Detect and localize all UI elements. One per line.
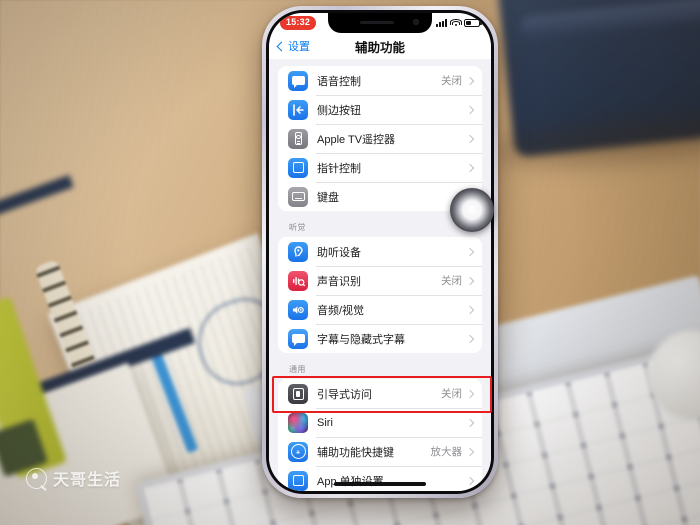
earpiece-speaker (360, 21, 394, 24)
settings-row-value: 放大器 (430, 446, 463, 458)
voice-control-icon (288, 70, 308, 91)
settings-group-1: 助听设备声音识别 关闭音频/视觉字幕与隐藏式字幕 (278, 237, 482, 353)
settings-row-value: 关闭 (441, 275, 462, 287)
navigation-bar: 设置 辅助功能 (269, 33, 491, 59)
settings-row-label: 辅助功能快捷键 (317, 446, 394, 459)
settings-row-label: 侧边按钮 (317, 104, 361, 117)
chevron-right-icon (465, 389, 475, 398)
settings-row-value: 关闭 (441, 388, 462, 400)
chevron-right-icon (465, 247, 475, 256)
status-indicators (436, 19, 482, 27)
chevron-right-icon (465, 163, 475, 172)
cellular-bars-icon (436, 19, 447, 27)
section-header-2: 通用 (289, 365, 306, 374)
settings-row-per-app-settings[interactable]: App 单独设置 (278, 466, 482, 491)
settings-group-2: 引导式访问 关闭 Siri ⚹ 辅助功能快捷键 放大器 App 单独设置 (278, 379, 482, 491)
phone-screen: 15:32 设置 辅助功能 语音控制 关闭 侧边按钮 Apple TV遥控器 指… (269, 13, 491, 491)
watermark-text: 天哥生活 (53, 472, 122, 489)
settings-row-hearing-devices[interactable]: 助听设备 (278, 237, 482, 266)
settings-scroll-area[interactable]: 语音控制 关闭 侧边按钮 Apple TV遥控器 指针控制 键盘 听觉 助听设备 声音识别 关闭音… (269, 59, 491, 491)
settings-row-sound-recognition[interactable]: 声音识别 关闭 (278, 266, 482, 295)
chevron-right-icon (465, 76, 475, 85)
chevron-right-icon (465, 334, 475, 343)
side-button-icon (288, 99, 308, 120)
settings-row-value: 关闭 (441, 75, 462, 87)
pointer-control-icon (288, 157, 308, 178)
chevron-right-icon (465, 476, 475, 485)
settings-row-side-button[interactable]: 侧边按钮 (278, 95, 482, 124)
chevron-right-icon (465, 134, 475, 143)
settings-row-label: 引导式访问 (317, 388, 372, 401)
settings-row-pointer-control[interactable]: 指针控制 (278, 153, 482, 182)
settings-row-captions[interactable]: 字幕与隐藏式字幕 (278, 324, 482, 353)
phone-bezel: 15:32 设置 辅助功能 语音控制 关闭 侧边按钮 Apple TV遥控器 指… (266, 10, 494, 494)
magnifier-circle-icon (26, 467, 47, 489)
settings-row-label: 助听设备 (317, 246, 361, 259)
audio-visual-icon (288, 299, 308, 320)
chevron-right-icon (465, 105, 475, 114)
settings-row-label: Apple TV遥控器 (317, 133, 396, 146)
settings-row-audio-visual[interactable]: 音频/视觉 (278, 295, 482, 324)
guided-access-icon (288, 383, 308, 404)
settings-row-guided-access[interactable]: 引导式访问 关闭 (278, 379, 482, 408)
back-button[interactable]: 设置 (276, 38, 310, 54)
notch (328, 13, 432, 33)
sound-recognition-icon (288, 270, 308, 291)
accessibility-shortcut-icon: ⚹ (288, 441, 308, 462)
captions-icon (288, 328, 308, 349)
chevron-right-icon (465, 447, 475, 456)
settings-row-label: 键盘 (317, 191, 339, 204)
settings-row-label: 指针控制 (317, 162, 361, 175)
settings-row-apple-tv-remote[interactable]: Apple TV遥控器 (278, 124, 482, 153)
back-button-label: 设置 (288, 41, 310, 53)
keyboard-icon (288, 186, 308, 207)
chevron-right-icon (465, 276, 475, 285)
front-camera (413, 19, 419, 25)
settings-row-accessibility-shortcut[interactable]: ⚹ 辅助功能快捷键 放大器 (278, 437, 482, 466)
settings-row-label: 语音控制 (317, 75, 361, 88)
per-app-settings-icon (288, 470, 308, 491)
siri-icon (288, 412, 308, 433)
settings-row-label: 字幕与隐藏式字幕 (317, 333, 405, 346)
home-indicator[interactable] (334, 482, 426, 486)
iphone-device: 15:32 设置 辅助功能 语音控制 关闭 侧边按钮 Apple TV遥控器 指… (262, 6, 498, 498)
watermark: 天哥生活 (26, 466, 121, 490)
settings-row-label: Siri (317, 416, 333, 429)
settings-row-voice-control[interactable]: 语音控制 关闭 (278, 66, 482, 95)
apple-tv-remote-icon (288, 128, 308, 149)
settings-row-siri[interactable]: Siri (278, 408, 482, 437)
settings-row-label: App 单独设置 (317, 475, 384, 488)
assistive-touch-button[interactable] (450, 188, 494, 232)
settings-row-label: 音频/视觉 (317, 304, 365, 317)
chevron-left-icon (276, 41, 287, 51)
wifi-icon (449, 19, 462, 27)
battery-icon (464, 19, 482, 27)
settings-group-0: 语音控制 关闭侧边按钮 Apple TV遥控器 指针控制键盘 (278, 66, 482, 211)
chevron-right-icon (465, 305, 475, 314)
hearing-devices-icon (288, 241, 308, 262)
chevron-right-icon (465, 418, 475, 427)
status-time-recording-pill: 15:32 (280, 16, 317, 30)
settings-row-label: 声音识别 (317, 275, 361, 288)
